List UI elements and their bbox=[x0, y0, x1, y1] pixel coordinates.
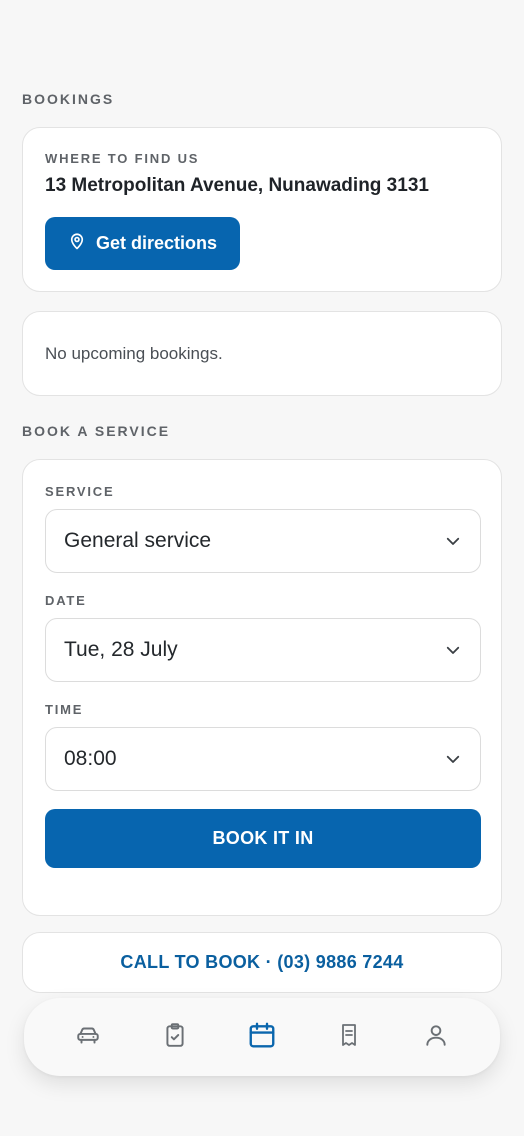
chevron-down-icon bbox=[444, 750, 462, 774]
tab-checklist[interactable] bbox=[150, 1012, 200, 1062]
chevron-down-icon bbox=[444, 641, 462, 665]
date-select-value: Tue, 28 July bbox=[64, 638, 178, 661]
time-field-label: TIME bbox=[45, 702, 84, 717]
address-text: 13 Metropolitan Avenue, Nunawading 3131 bbox=[45, 175, 429, 196]
get-directions-label: Get directions bbox=[95, 233, 218, 253]
time-select[interactable]: 08:00 bbox=[45, 727, 481, 791]
calendar-icon bbox=[247, 1020, 277, 1055]
tab-invoices[interactable] bbox=[324, 1012, 374, 1062]
date-select[interactable]: Tue, 28 July bbox=[45, 618, 481, 682]
chevron-down-icon bbox=[444, 532, 462, 556]
get-directions-button[interactable]: Get directions bbox=[45, 217, 240, 270]
call-to-book-button[interactable]: CALL TO BOOK · (03) 9886 7244 bbox=[22, 932, 502, 993]
bookings-screen: BOOKINGS WHERE TO FIND US 13 Metropolita… bbox=[0, 0, 524, 1136]
time-select-value: 08:00 bbox=[64, 747, 117, 770]
service-field-label: SERVICE bbox=[45, 484, 115, 499]
bookings-section-label: BOOKINGS bbox=[22, 91, 115, 107]
book-it-in-button[interactable]: BOOK IT IN bbox=[45, 809, 481, 868]
car-icon bbox=[75, 1022, 101, 1053]
tab-profile[interactable] bbox=[411, 1012, 461, 1062]
book-service-section-label: BOOK A SERVICE bbox=[22, 423, 171, 439]
date-field-label: DATE bbox=[45, 593, 87, 608]
service-select-value: General service bbox=[64, 529, 212, 552]
receipt-icon bbox=[337, 1021, 361, 1054]
map-pin-icon bbox=[68, 231, 86, 256]
upcoming-bookings-card: No upcoming bookings. bbox=[22, 311, 502, 396]
tab-bookings[interactable] bbox=[237, 1012, 287, 1062]
tab-vehicles[interactable] bbox=[63, 1012, 113, 1062]
booking-form-card: SERVICE General service DATE Tue, 28 Jul… bbox=[22, 459, 502, 916]
service-select[interactable]: General service bbox=[45, 509, 481, 573]
clipboard-check-icon bbox=[162, 1021, 188, 1054]
where-to-find-us-label: WHERE TO FIND US bbox=[45, 151, 200, 166]
location-card: WHERE TO FIND US 13 Metropolitan Avenue,… bbox=[22, 127, 502, 292]
user-icon bbox=[423, 1021, 449, 1054]
bottom-tab-bar bbox=[24, 998, 500, 1076]
no-bookings-text: No upcoming bookings. bbox=[45, 343, 223, 363]
